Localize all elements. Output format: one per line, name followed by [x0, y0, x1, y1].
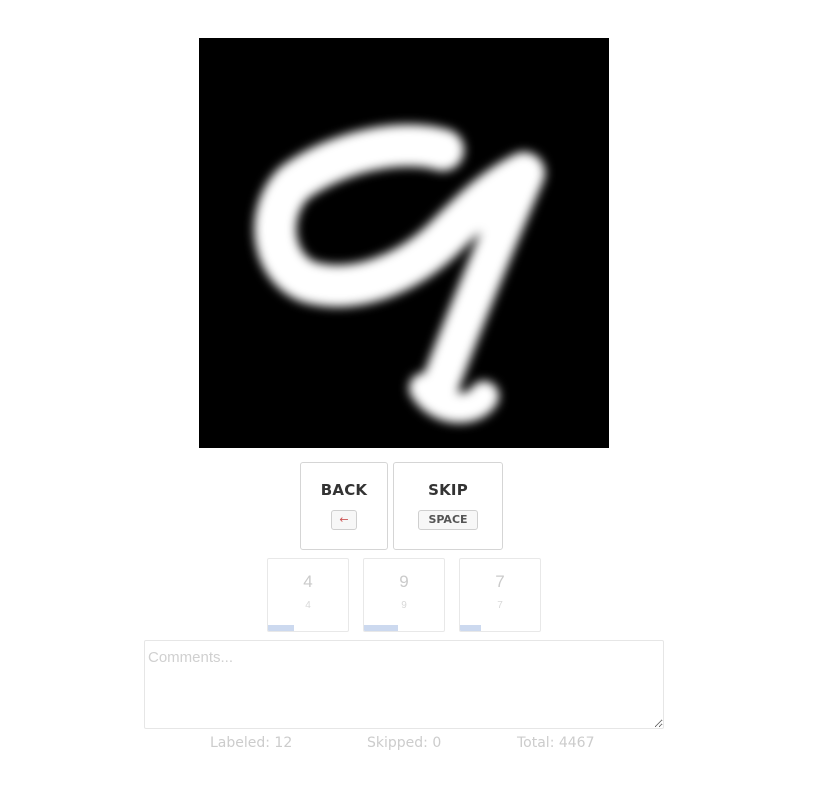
- nav-buttons: BACK ← SKIP SPACE: [300, 462, 503, 550]
- suggestion-7-button[interactable]: 7 7: [459, 558, 541, 632]
- suggestion-key-hint: 4: [305, 600, 311, 611]
- suggestion-4-button[interactable]: 4 4: [267, 558, 349, 632]
- skipped-count: Skipped: 0: [367, 735, 442, 751]
- stats-bar: Labeled: 12 Skipped: 0 Total: 4467: [210, 735, 630, 755]
- confidence-bar: [268, 625, 295, 631]
- labeled-count: Labeled: 12: [210, 735, 293, 751]
- skip-button-label: SKIP: [428, 481, 468, 499]
- labeling-page: BACK ← SKIP SPACE 4 4 9 9 7 7 Labeled: 1…: [0, 0, 838, 800]
- digit-image: [199, 38, 609, 448]
- handwritten-digit-nine: [199, 38, 609, 448]
- space-key-hint: SPACE: [418, 510, 478, 530]
- suggestion-digit: 7: [495, 572, 505, 591]
- back-button-label: BACK: [320, 481, 368, 499]
- back-button[interactable]: BACK ←: [300, 462, 388, 550]
- suggestion-key-hint: 9: [401, 600, 407, 611]
- suggestion-9-button[interactable]: 9 9: [363, 558, 445, 632]
- label-suggestions: 4 4 9 9 7 7: [267, 558, 541, 632]
- comments-input[interactable]: [144, 640, 664, 729]
- suggestion-digit: 9: [399, 572, 409, 591]
- confidence-bar: [460, 625, 481, 631]
- suggestion-key-hint: 7: [497, 600, 503, 611]
- suggestion-digit: 4: [303, 572, 313, 591]
- left-arrow-key-icon: ←: [331, 510, 357, 530]
- total-count: Total: 4467: [517, 735, 595, 751]
- skip-button[interactable]: SKIP SPACE: [393, 462, 503, 550]
- confidence-bar: [364, 625, 398, 631]
